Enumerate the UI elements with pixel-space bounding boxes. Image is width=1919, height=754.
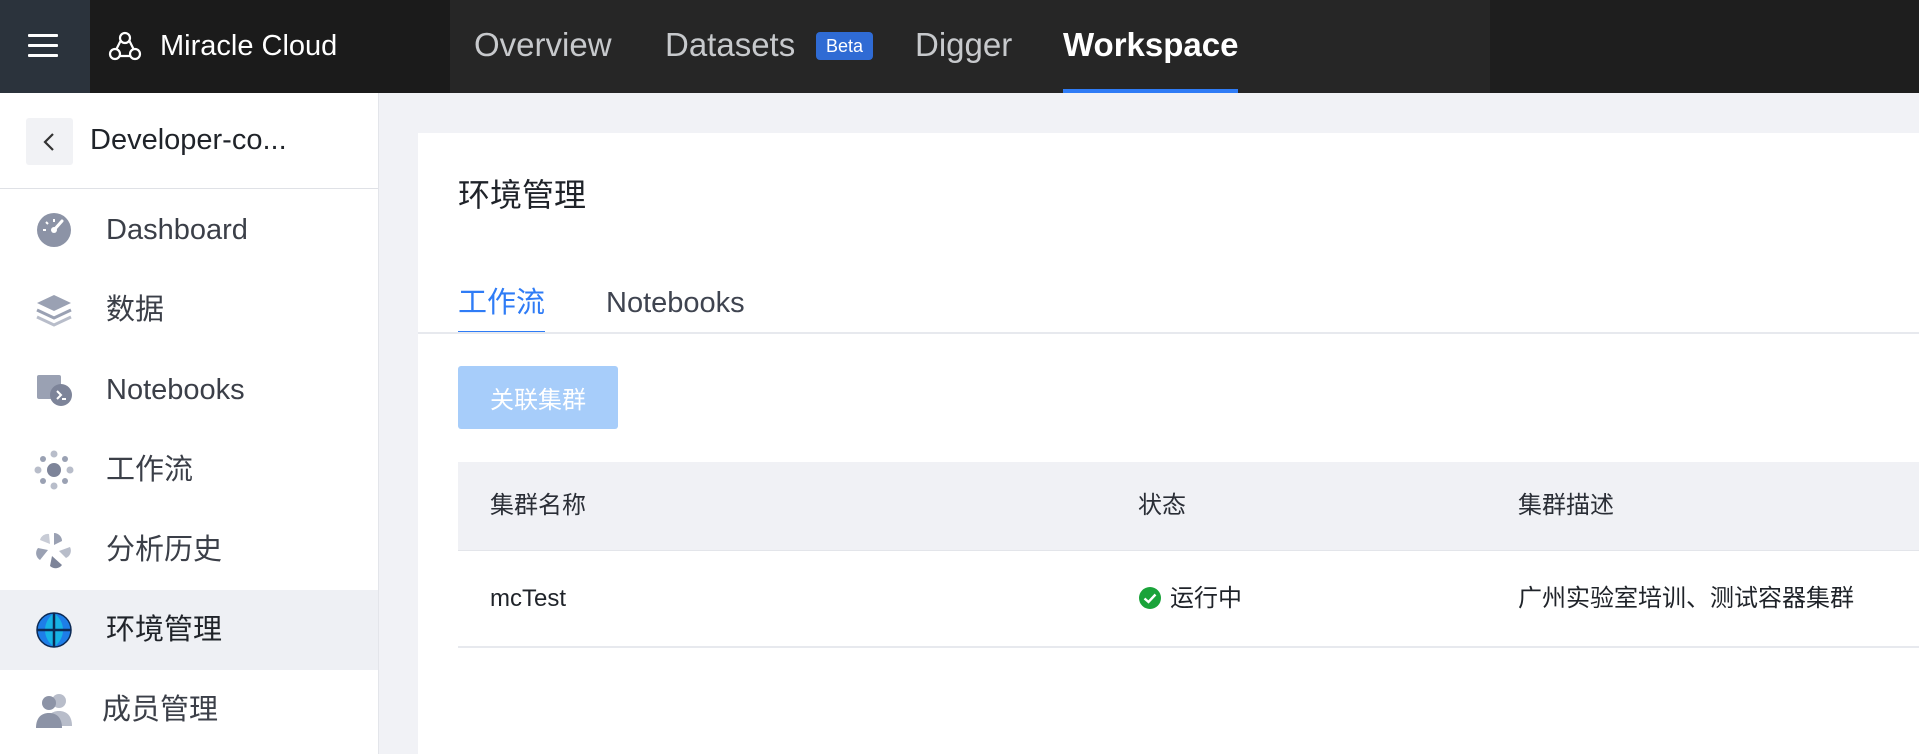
sidebar-item-members[interactable]: 成员管理 xyxy=(0,670,378,750)
project-name: Developer-co... xyxy=(90,124,287,156)
sidebar-item-environment[interactable]: 环境管理 xyxy=(0,590,378,670)
sidebar: Developer-co... Dashboard 数据 Notebooks 工… xyxy=(0,93,379,754)
sidebar-item-workflow[interactable]: 工作流 xyxy=(0,430,378,510)
main-panel: 环境管理 工作流 Notebooks 关联集群 集群名称 状态 集群描述 mcT… xyxy=(418,133,1919,754)
sidebar-item-dashboard[interactable]: Dashboard xyxy=(0,190,378,270)
globe-icon xyxy=(36,612,72,648)
status-text: 运行中 xyxy=(1170,585,1242,612)
sidebar-item-label: 成员管理 xyxy=(102,694,219,726)
nav-datasets[interactable]: Datasets xyxy=(665,0,795,93)
top-navigation-bar: Miracle Cloud Overview Datasets Beta Dig… xyxy=(0,0,1919,93)
sidebar-item-label: 环境管理 xyxy=(106,614,223,646)
cluster-name[interactable]: mcTest xyxy=(490,551,566,646)
link-cluster-button[interactable]: 关联集群 xyxy=(458,366,618,429)
cloud-logo-icon xyxy=(108,31,142,61)
layers-icon xyxy=(36,295,72,327)
brand[interactable]: Miracle Cloud xyxy=(90,0,450,93)
tab-notebooks[interactable]: Notebooks xyxy=(606,283,745,333)
project-header: Developer-co... xyxy=(0,93,378,189)
table-header: 集群名称 状态 集群描述 xyxy=(458,462,1919,551)
dashboard-icon xyxy=(37,213,71,247)
tab-workflow[interactable]: 工作流 xyxy=(458,283,546,334)
workflow-icon xyxy=(34,450,74,490)
sidebar-item-label: 数据 xyxy=(106,294,165,326)
page-title: 环境管理 xyxy=(458,177,587,213)
sidebar-item-label: 分析历史 xyxy=(106,534,223,566)
beta-badge: Beta xyxy=(816,32,874,60)
history-icon xyxy=(36,533,71,569)
members-icon xyxy=(36,694,72,728)
nav-workspace[interactable]: Workspace xyxy=(1063,0,1239,93)
brand-name: Miracle Cloud xyxy=(160,30,338,62)
sidebar-item-history[interactable]: 分析历史 xyxy=(0,510,378,590)
nav-digger[interactable]: Digger xyxy=(915,0,1012,93)
sidebar-item-label: 工作流 xyxy=(106,454,194,486)
notebook-icon xyxy=(37,375,72,406)
sidebar-item-data[interactable]: 数据 xyxy=(0,270,378,350)
column-header-description: 集群描述 xyxy=(1518,492,1614,519)
back-button[interactable] xyxy=(26,118,73,165)
column-header-name: 集群名称 xyxy=(490,492,586,519)
nav-overview[interactable]: Overview xyxy=(474,0,612,93)
cluster-status: 运行中 xyxy=(1138,551,1242,646)
cluster-description: 广州实验室培训、测试容器集群 xyxy=(1518,585,1854,612)
sidebar-item-label: Notebooks xyxy=(106,374,245,406)
tabs-divider xyxy=(418,332,1919,334)
cluster-table: 集群名称 状态 集群描述 mcTest 运行中 广州实验室培训、测试容器集群 xyxy=(458,462,1919,648)
topbar-right-area xyxy=(1490,0,1919,93)
sidebar-item-notebooks[interactable]: Notebooks xyxy=(0,350,378,430)
table-row[interactable]: mcTest 运行中 广州实验室培训、测试容器集群 xyxy=(458,551,1919,648)
menu-toggle-button[interactable] xyxy=(0,0,90,93)
check-circle-icon xyxy=(1139,586,1161,609)
chevron-left-icon xyxy=(43,133,54,151)
column-header-status: 状态 xyxy=(1138,492,1186,519)
sidebar-item-label: Dashboard xyxy=(106,214,248,246)
